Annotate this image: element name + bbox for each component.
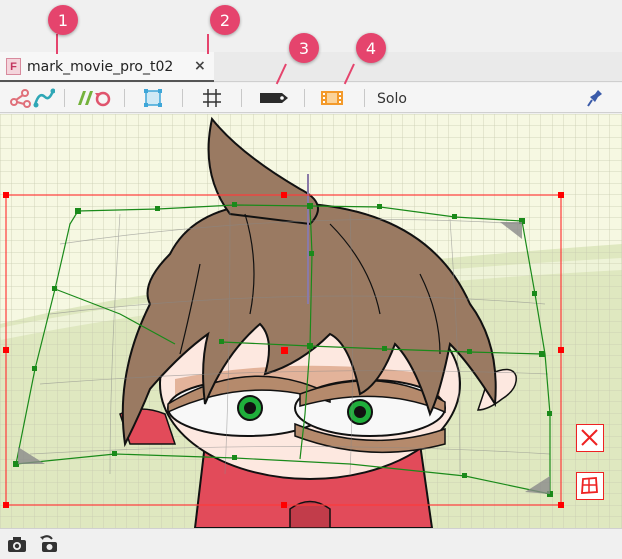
toolbar-separator [304, 89, 305, 107]
camera-icon [8, 537, 26, 552]
camera-reset-icon [40, 535, 57, 552]
callout-3: 3 [289, 33, 319, 63]
grid-icon [203, 89, 221, 107]
tag-button[interactable] [257, 86, 291, 110]
toolbar-separator [64, 89, 65, 107]
callout-1: 1 [48, 5, 78, 35]
toolbar-separator [241, 89, 242, 107]
pin-button[interactable] [584, 86, 606, 110]
mesh-grid-icon [581, 477, 598, 494]
pin-icon [587, 90, 602, 107]
toolbar-separator [124, 89, 125, 107]
callout-2: 2 [210, 5, 240, 35]
rotation-tools-icon [78, 91, 111, 107]
deformer-tools-button[interactable] [8, 86, 56, 110]
document-tab[interactable]: F mark_movie_pro_t02 × [0, 52, 214, 82]
deformer-tools-icon [10, 88, 55, 108]
film-button[interactable] [318, 86, 346, 110]
callout-line-1 [56, 34, 58, 54]
rotation-tools-button[interactable] [74, 86, 114, 110]
file-icon: F [6, 58, 21, 75]
bottom-bar [0, 528, 622, 559]
close-mesh-button[interactable] [576, 424, 604, 452]
tab-close-button[interactable]: × [194, 58, 206, 74]
grid-button[interactable] [199, 86, 225, 110]
camera-reset-button[interactable] [38, 534, 60, 554]
toolbar-separator [182, 89, 183, 107]
character-viewport [0, 114, 622, 528]
transform-frame-button[interactable] [140, 86, 166, 110]
tab-title: mark_movie_pro_t02 [27, 59, 174, 75]
callout-4: 4 [356, 33, 386, 63]
toolbar-separator [364, 89, 365, 107]
model-canvas[interactable] [0, 114, 622, 528]
solo-button[interactable]: Solo [377, 91, 407, 107]
close-mesh-icon [581, 429, 598, 446]
mesh-grid-button[interactable] [576, 472, 604, 500]
app-window: 1 2 3 4 F mark_movie_pro_t02 × Solo [0, 0, 622, 559]
callout-line-2 [207, 34, 209, 54]
camera-button[interactable] [6, 534, 28, 554]
tag-icon [260, 93, 288, 103]
view-toolbar: Solo [0, 83, 622, 113]
transform-frame-icon [144, 89, 162, 107]
film-icon [321, 91, 343, 105]
